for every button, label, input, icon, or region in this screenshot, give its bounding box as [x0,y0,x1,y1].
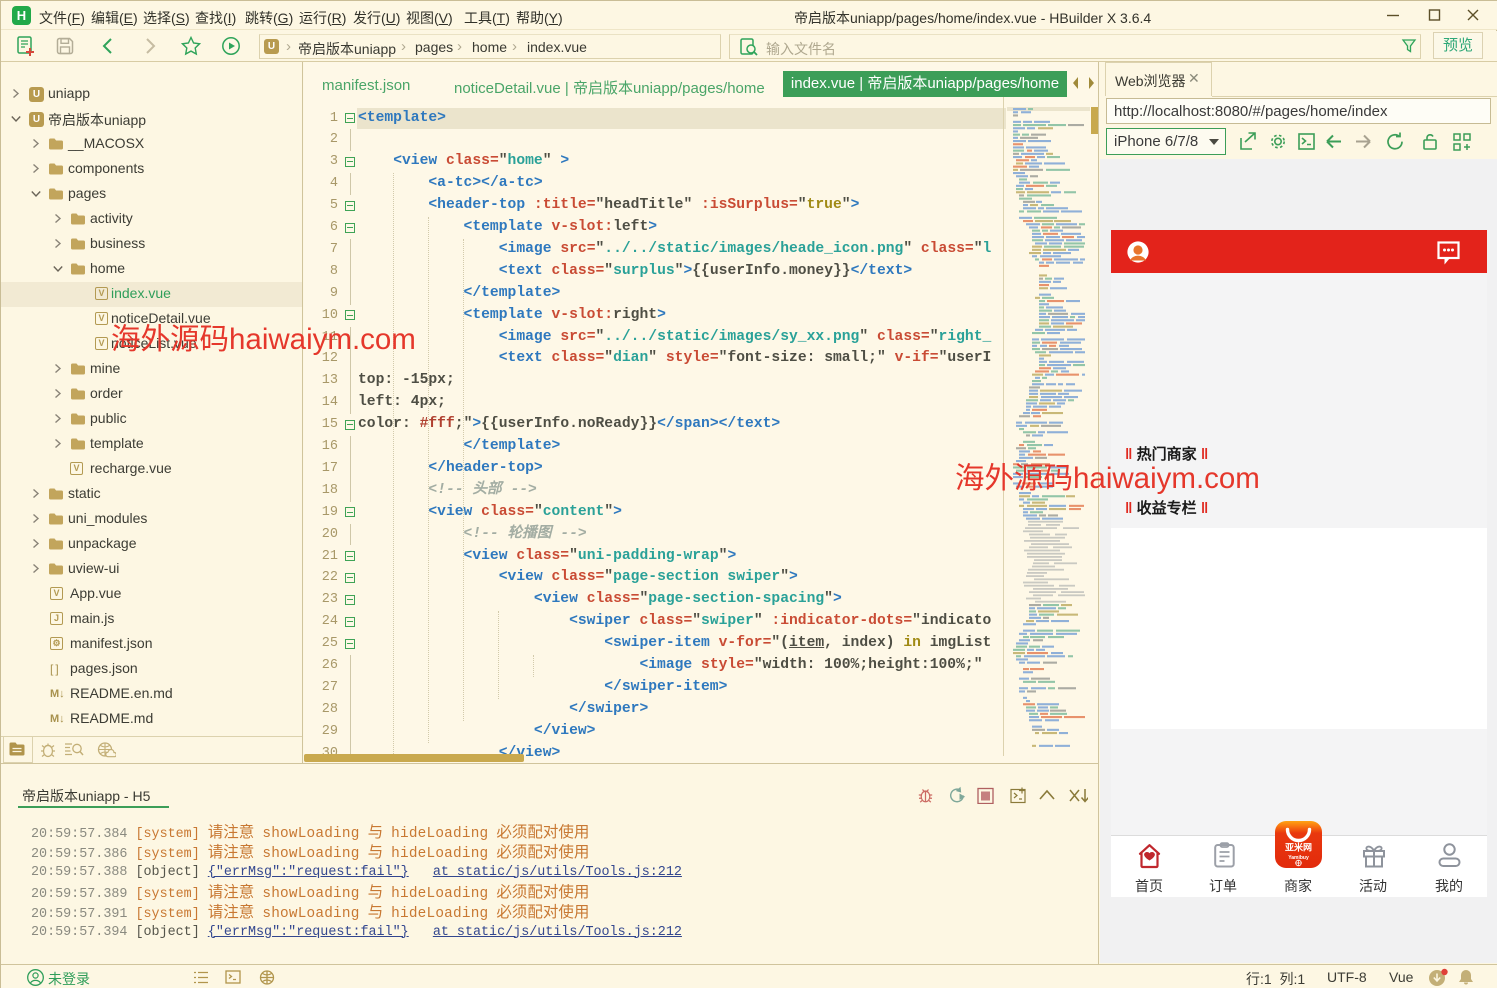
svg-text:亚米网: 亚米网 [1285,841,1312,854]
